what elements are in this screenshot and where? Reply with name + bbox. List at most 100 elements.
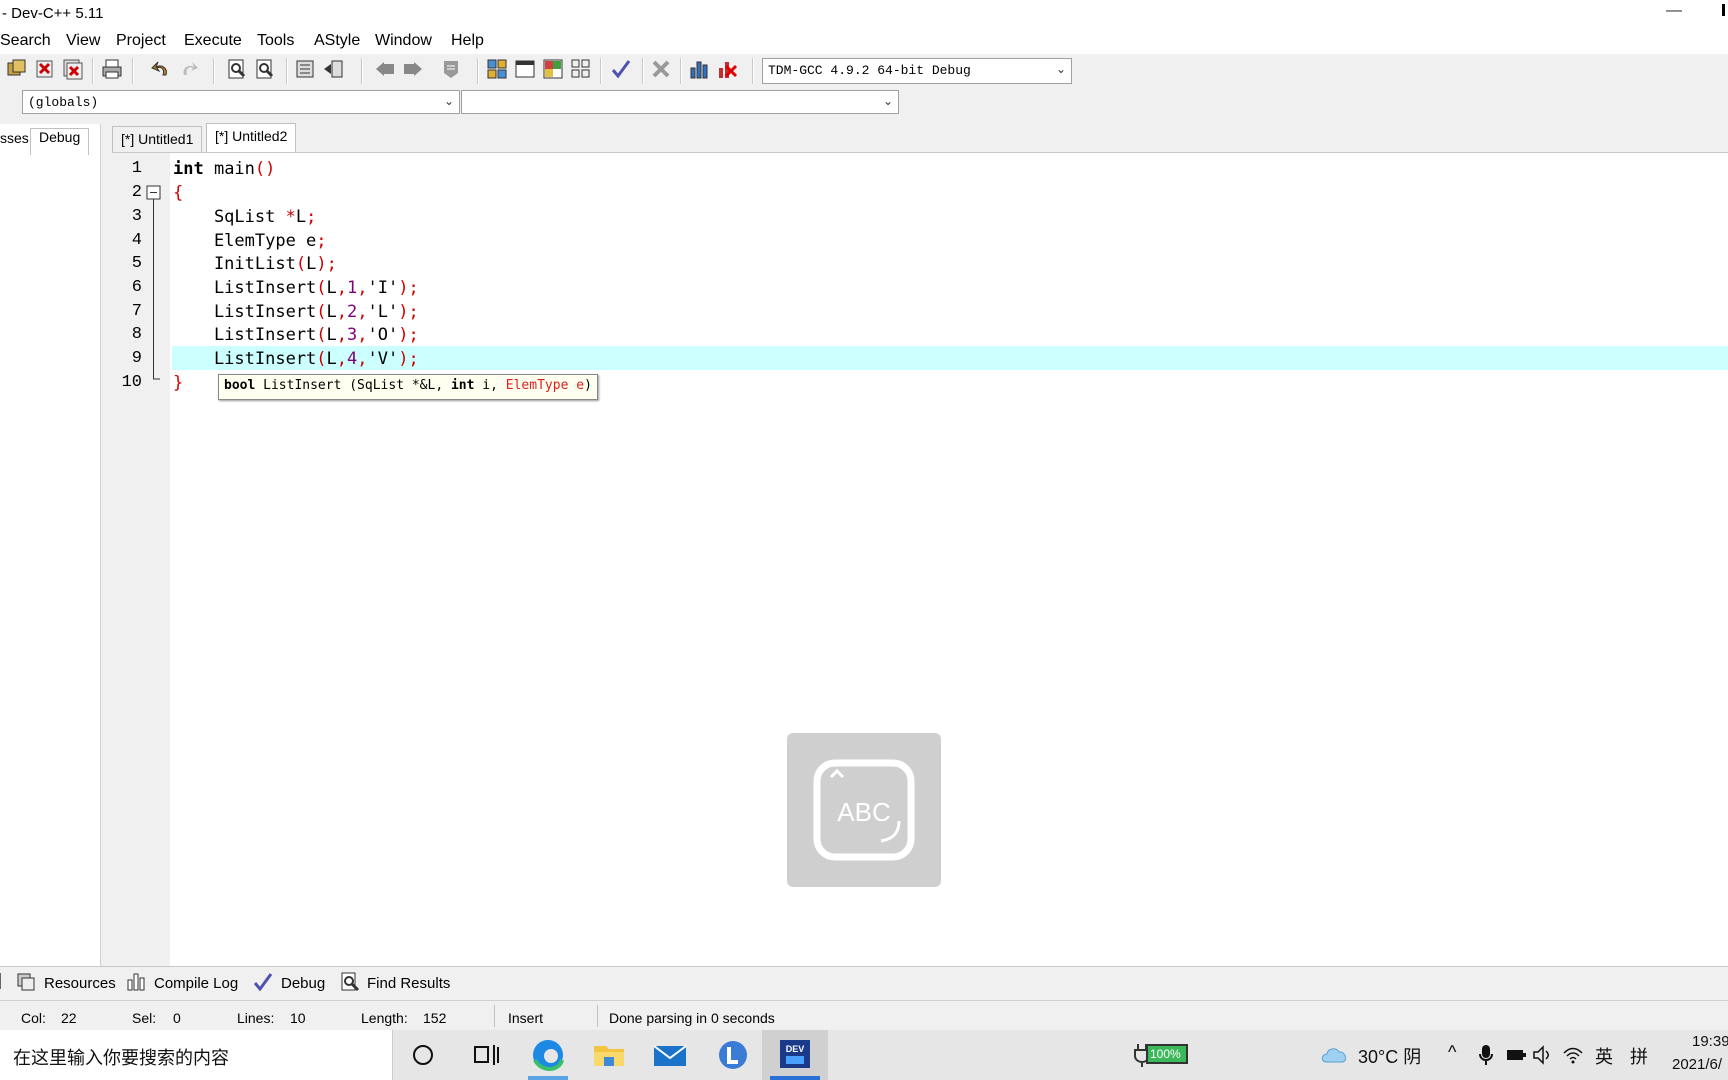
line-number: 4 bbox=[131, 231, 142, 250]
length-value: 152 bbox=[423, 1010, 447, 1026]
delete-profile-icon[interactable] bbox=[716, 58, 738, 80]
tab-untitled1[interactable]: [*] Untitled1 bbox=[112, 126, 203, 152]
devcpp-taskbar-icon[interactable]: DEV bbox=[762, 1030, 828, 1080]
microphone-icon[interactable] bbox=[1478, 1044, 1494, 1066]
member-select[interactable]: ⌄ bbox=[461, 90, 899, 114]
layout-icon[interactable] bbox=[542, 58, 564, 80]
line-number: 5 bbox=[131, 254, 142, 273]
undo-icon[interactable] bbox=[150, 58, 172, 80]
print-icon[interactable] bbox=[101, 58, 123, 80]
code-line-1: int main() bbox=[173, 159, 276, 179]
stop-icon[interactable] bbox=[650, 58, 672, 80]
line-number: 7 bbox=[131, 302, 142, 321]
window-title: - Dev-C++ 5.11 bbox=[2, 5, 104, 22]
window-edge bbox=[1722, 4, 1725, 16]
col-label: Col: bbox=[21, 1010, 46, 1026]
volume-icon[interactable] bbox=[1532, 1045, 1554, 1065]
chevron-down-icon: ⌄ bbox=[443, 95, 454, 109]
code-line-10: } bbox=[173, 373, 184, 393]
new-project-icon[interactable] bbox=[486, 58, 508, 80]
input-method[interactable]: 拼 bbox=[1630, 1043, 1648, 1069]
clock-time[interactable]: 19:39 bbox=[1692, 1033, 1728, 1050]
menu-help[interactable]: Help bbox=[451, 32, 484, 50]
line-number: 1 bbox=[131, 159, 142, 178]
weather-text[interactable]: 30°C 阴 bbox=[1358, 1043, 1421, 1069]
grid-icon[interactable] bbox=[570, 58, 592, 80]
minimize-button[interactable]: — bbox=[1666, 2, 1682, 20]
menu-project[interactable]: Project bbox=[116, 32, 166, 50]
close-all-icon[interactable] bbox=[62, 58, 84, 80]
compile-log-icon bbox=[127, 973, 145, 991]
tab-compile-log[interactable]: Compile Log bbox=[154, 975, 238, 992]
battery-indicator[interactable]: 100% bbox=[1146, 1044, 1188, 1064]
menu-tools[interactable]: Tools bbox=[257, 32, 294, 50]
menu-view[interactable]: View bbox=[66, 32, 100, 50]
line-number: 8 bbox=[131, 325, 142, 344]
ime-label: ABC bbox=[837, 797, 890, 827]
unindent-icon[interactable] bbox=[322, 58, 344, 80]
go-forward-icon[interactable] bbox=[402, 58, 424, 80]
menu-execute[interactable]: Execute bbox=[184, 32, 242, 50]
redo-icon[interactable] bbox=[178, 58, 200, 80]
find-results-icon bbox=[341, 972, 360, 992]
menu-window[interactable]: Window bbox=[375, 32, 432, 50]
debug-check-icon bbox=[253, 973, 273, 992]
scope-value: (globals) bbox=[28, 95, 99, 110]
taskbar-search[interactable]: 在这里输入你要搜索的内容 bbox=[0, 1030, 393, 1080]
sel-value: 0 bbox=[173, 1010, 181, 1026]
fold-marker-icon[interactable] bbox=[146, 185, 164, 395]
indent-icon[interactable] bbox=[294, 58, 316, 80]
resources-icon bbox=[17, 973, 35, 991]
col-value: 22 bbox=[61, 1010, 77, 1026]
file-explorer-icon[interactable] bbox=[576, 1030, 642, 1080]
search-placeholder: 在这里输入你要搜索的内容 bbox=[13, 1048, 229, 1068]
cortana-icon[interactable] bbox=[392, 1030, 458, 1080]
save-all-icon[interactable] bbox=[6, 58, 28, 80]
tab-resources[interactable]: Resources bbox=[44, 975, 116, 992]
close-file-icon[interactable] bbox=[34, 58, 56, 80]
tab-debug-bottom[interactable]: Debug bbox=[281, 975, 325, 992]
insert-mode: Insert bbox=[508, 1010, 544, 1026]
ime-indicator: ABC bbox=[787, 733, 941, 887]
tab-debug[interactable]: Debug bbox=[30, 128, 90, 155]
go-back-icon[interactable] bbox=[374, 58, 396, 80]
chevron-down-icon: ⌄ bbox=[882, 95, 893, 109]
find-icon[interactable] bbox=[226, 58, 248, 80]
line-number: 6 bbox=[131, 278, 142, 297]
code-line-7: ListInsert(L,2,'L'); bbox=[173, 302, 419, 322]
menu-astyle[interactable]: AStyle bbox=[314, 32, 360, 50]
check-syntax-icon[interactable] bbox=[610, 58, 632, 80]
mail-icon[interactable] bbox=[637, 1030, 703, 1080]
status-bar: Col: 22 Sel: 0 Lines: 10 Length: 152 Ins… bbox=[0, 1000, 1728, 1031]
bottom-panel-tabs: Resources Compile Log Debug Find Results bbox=[0, 966, 1728, 997]
chevron-up-icon[interactable]: ^ bbox=[1448, 1042, 1456, 1063]
tab-classes[interactable]: sses bbox=[0, 130, 29, 156]
weather-cloud-icon bbox=[1321, 1048, 1347, 1063]
code-line-8: ListInsert(L,3,'O'); bbox=[173, 325, 419, 345]
window-icon[interactable] bbox=[514, 58, 536, 80]
keyboard-abc-icon: ABC bbox=[813, 759, 915, 861]
menu-search[interactable]: Search bbox=[0, 32, 51, 50]
clock-date[interactable]: 2021/6/ bbox=[1672, 1056, 1722, 1073]
battery-icon[interactable] bbox=[1505, 1046, 1527, 1064]
tab-untitled2[interactable]: [*] Untitled2 bbox=[206, 123, 297, 153]
code-hint-tooltip: bool ListInsert (SqList *&L, int i, Elem… bbox=[218, 374, 598, 400]
scope-select[interactable]: (globals) ⌄ bbox=[22, 90, 460, 114]
line-number: 3 bbox=[131, 207, 142, 226]
input-language[interactable]: 英 bbox=[1595, 1043, 1613, 1069]
replace-icon[interactable] bbox=[254, 58, 276, 80]
code-line-6: ListInsert(L,1,'I'); bbox=[173, 278, 419, 298]
edge-browser-icon[interactable] bbox=[515, 1030, 581, 1080]
bookmark-icon[interactable] bbox=[440, 58, 462, 80]
sel-label: Sel: bbox=[132, 1010, 157, 1026]
profile-icon[interactable] bbox=[688, 58, 710, 80]
main-toolbar: TDM-GCC 4.9.2 64-bit Debug ⌄ bbox=[0, 54, 1728, 88]
wifi-icon[interactable] bbox=[1562, 1045, 1584, 1065]
tab-find-results[interactable]: Find Results bbox=[367, 975, 450, 992]
code-line-3: SqList *L; bbox=[173, 207, 317, 227]
lark-app-icon[interactable] bbox=[700, 1030, 766, 1080]
code-line-4: ElemType e; bbox=[173, 231, 327, 251]
taskbar: 在这里输入你要搜索的内容 DEV 100% 30°C 阴 ^ 英 拼 19:39… bbox=[0, 1030, 1728, 1080]
compiler-select[interactable]: TDM-GCC 4.9.2 64-bit Debug ⌄ bbox=[762, 58, 1072, 84]
line-number: 10 bbox=[121, 373, 142, 392]
